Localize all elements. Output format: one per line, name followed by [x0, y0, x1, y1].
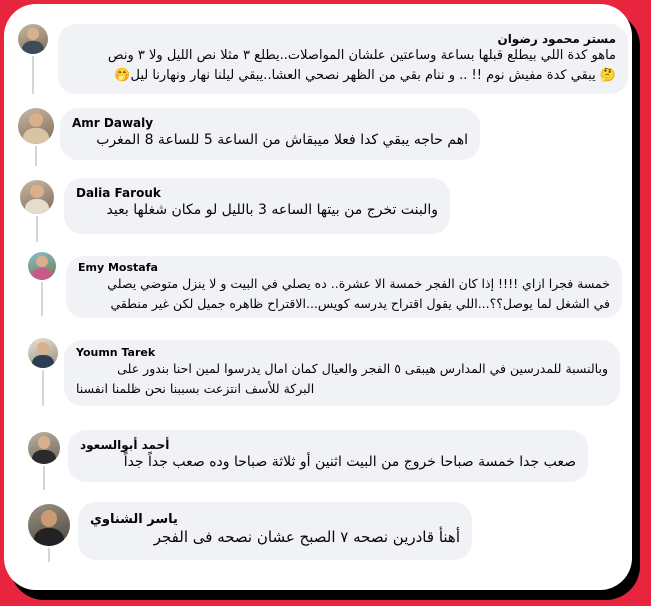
comment-bubble: Emy Mostafa خمسة فجرا ازاي !!!! إذا كان …	[66, 256, 622, 318]
comment-bubble: أحمد أبوالسعود صعب جدا خمسة صباحا خروج م…	[68, 430, 588, 482]
thread-line	[43, 466, 45, 490]
comment-author[interactable]: ياسر الشناوي	[90, 512, 460, 527]
avatar[interactable]	[18, 108, 54, 144]
thread-line	[36, 216, 38, 242]
comment-text-line: أهنأ قادرين نصحه ٧ الصبح عشان نصحه فى ال…	[153, 528, 460, 546]
comment-text-line: خمسة فجرا ازاي !!!! إذا كان الفجر خمسة ا…	[107, 276, 610, 291]
thread-line	[41, 282, 43, 316]
comment-text-line: صعب جدا خمسة صباحا خروج من البيت اثنين أ…	[123, 454, 576, 470]
comment-author[interactable]: مستر محمود رضوان	[70, 32, 616, 46]
avatar[interactable]	[20, 180, 54, 214]
comment-author[interactable]: Youmn Tarek	[76, 346, 608, 359]
comment-bubble: Youmn Tarek وبالنسبة للمدرسين في المدارس…	[64, 340, 620, 406]
avatar[interactable]	[28, 252, 56, 280]
comment-bubble: Amr Dawaly اهم حاجه يبقي كدا فعلا ميبقاش…	[60, 108, 480, 160]
comment-author[interactable]: أحمد أبوالسعود	[80, 438, 576, 452]
comment-text-line: البركة للأسف انتزعت بسببنا نحن ظلمنا انف…	[76, 381, 315, 396]
comment-bubble: مستر محمود رضوان ماهو كدة اللي بيطلع قبل…	[58, 24, 628, 94]
thread-line	[48, 548, 50, 562]
thread-line	[42, 370, 44, 406]
avatar[interactable]	[28, 432, 60, 464]
comment-text-line: ماهو كدة اللي بيطلع قبلها بساعة وساعتين …	[107, 48, 616, 63]
avatar[interactable]	[28, 504, 70, 546]
comment-author[interactable]: Emy Mostafa	[78, 261, 610, 274]
comment-text-line: والبنت تخرج من بيتها الساعه 3 بالليل لو …	[106, 202, 438, 218]
comment-text-line: وبالنسبة للمدرسين في المدارس هيبقى ٥ الف…	[117, 361, 608, 376]
comment-bubble: ياسر الشناوي أهنأ قادرين نصحه ٧ الصبح عش…	[78, 502, 472, 560]
thread-line	[35, 146, 37, 166]
avatar[interactable]	[28, 338, 58, 368]
avatar[interactable]	[18, 24, 48, 54]
comment-bubble: Dalia Farouk والبنت تخرج من بيتها الساعه…	[64, 178, 450, 234]
thread-line	[32, 56, 34, 94]
comment-text-line: اهم حاجه يبقي كدا فعلا ميبقاش من الساعة …	[96, 132, 468, 148]
comment-text-line: 🤔 يبقي كدة مفيش نوم !! .. و ننام بقي من …	[114, 68, 616, 83]
comments-card: مستر محمود رضوان ماهو كدة اللي بيطلع قبل…	[4, 4, 632, 590]
comment-text-line: في الشغل لما يوصل؟؟...اللي يقول اقتراح ي…	[110, 296, 610, 311]
comment-author[interactable]: Amr Dawaly	[72, 116, 468, 130]
comment-author[interactable]: Dalia Farouk	[76, 186, 438, 200]
